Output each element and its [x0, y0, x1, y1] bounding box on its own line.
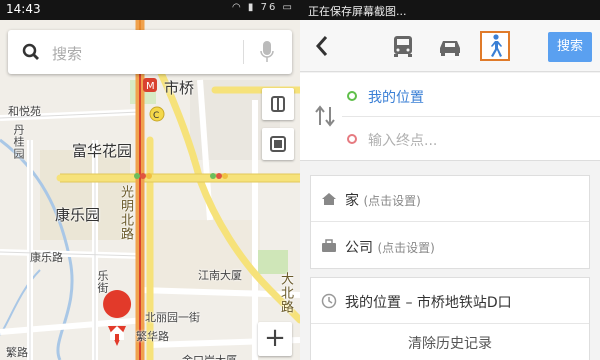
work-shortcut-text: 公司 (点击设置) [345, 237, 435, 257]
map-label-jiangnan: 江南大厦 [198, 269, 242, 282]
map-label-kangleyuan: 康乐园 [55, 206, 101, 224]
microphone-icon[interactable] [260, 40, 274, 64]
search-divider [243, 40, 244, 64]
svg-text:M: M [146, 81, 155, 92]
briefcase-icon [322, 239, 336, 252]
map-label-fanhua-road: 繁华路 [136, 330, 169, 343]
work-hint: (点击设置) [377, 241, 435, 255]
route-search-button[interactable]: 搜索 [548, 32, 592, 62]
car-icon [440, 41, 460, 56]
svg-text:C: C [153, 111, 159, 121]
status-time: 14:43 [6, 2, 41, 16]
route-top-bar: 搜索 [300, 20, 600, 72]
map-label-kangle-road: 康乐路 [30, 251, 63, 264]
walk-mode-button[interactable] [480, 31, 510, 61]
map-label-jinkou: 金口岸大厦 [182, 352, 237, 360]
map-label-fan-road: 繁路 [6, 346, 28, 359]
history-item[interactable]: 我的位置 – 市桥地铁站D口 [311, 278, 589, 324]
subway-icon [270, 136, 286, 152]
end-dot-icon [347, 134, 357, 144]
status-icons: ◠ ▮ 76 ▭ [232, 2, 294, 13]
history-card: 我的位置 – 市桥地铁站D口 清除历史记录 [310, 277, 590, 360]
route-destination-input[interactable]: 输入终点... [368, 130, 437, 150]
map-search-bar[interactable]: 搜索 [8, 30, 292, 74]
zoom-in-button[interactable]: + [258, 322, 292, 356]
route-screen: 正在保存屏幕截图... 搜索 我的位置 输入终点... 家 (点击设置) 公司 … [300, 0, 600, 360]
map-label-fuhuahuayuan: 富华花园 [72, 142, 133, 160]
battery-icon: ▭ [282, 2, 294, 13]
bus-icon [394, 36, 412, 57]
car-mode-button[interactable] [435, 31, 465, 61]
home-shortcut-text: 家 (点击设置) [345, 190, 421, 210]
walk-icon [491, 34, 502, 57]
status-bar-right: 正在保存屏幕截图... [300, 0, 600, 20]
map-label-dabei: 大北路 [278, 272, 293, 314]
search-icon [22, 43, 39, 60]
back-icon[interactable] [314, 34, 330, 58]
map-label-shiqiao: 市桥 [164, 79, 195, 97]
status-bar: 14:43 ◠ ▮ 76 ▭ [0, 0, 300, 20]
search-input[interactable]: 搜索 [52, 43, 82, 64]
signal-icon: ▮ [247, 2, 256, 13]
layers-button[interactable] [262, 88, 294, 120]
map-label-beili: 北丽园一街 [145, 311, 200, 324]
home-icon [322, 193, 336, 205]
home-hint: (点击设置) [363, 194, 421, 208]
map-screen: M C 市桥 和悦苑 丹桂园 富华花园 康乐园 康乐路 光明北路 乐街 江南大厦… [0, 0, 300, 360]
route-divider [342, 116, 600, 117]
start-dot-icon [347, 91, 357, 101]
clear-history-button[interactable]: 清除历史记录 [311, 324, 589, 360]
map-label-guangming: 光明北路 [118, 185, 133, 241]
wifi-icon: ◠ [232, 2, 243, 13]
work-label: 公司 [345, 240, 373, 256]
home-shortcut[interactable]: 家 (点击设置) [311, 176, 589, 222]
history-item-text: 我的位置 – 市桥地铁站D口 [345, 295, 512, 311]
map-label-heyueyuan: 和悦苑 [8, 105, 41, 118]
route-input-box: 我的位置 输入终点... [300, 73, 600, 161]
battery-level: 76 [260, 2, 278, 13]
shortcuts-card: 家 (点击设置) 公司 (点击设置) [310, 175, 590, 269]
route-start-field[interactable]: 我的位置 [368, 87, 424, 107]
screenshot-saving-text: 正在保存屏幕截图... [308, 5, 407, 18]
layers-icon [271, 96, 285, 112]
map-label-lejie: 乐街 [96, 270, 109, 294]
swap-icon[interactable] [314, 105, 336, 127]
map-label-danguiyuan: 丹桂园 [12, 124, 25, 160]
subway-toggle-button[interactable] [262, 128, 294, 160]
home-label: 家 [345, 193, 359, 209]
bus-mode-button[interactable] [388, 31, 418, 61]
work-shortcut[interactable]: 公司 (点击设置) [311, 223, 589, 269]
clock-icon [321, 293, 337, 309]
